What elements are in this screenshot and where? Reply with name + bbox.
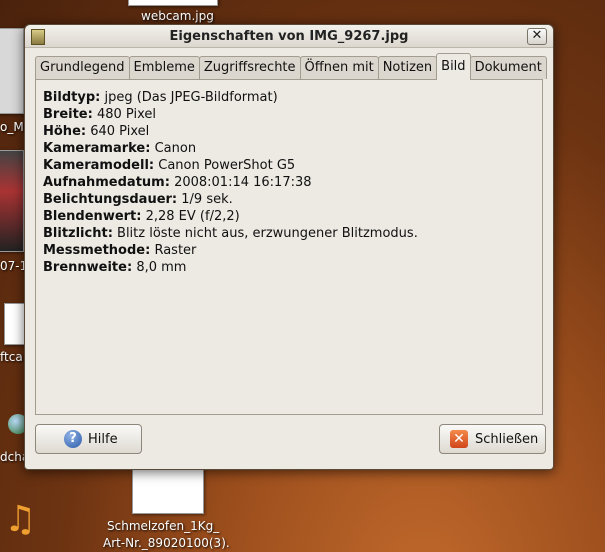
desktop-label-webcam[interactable]: webcam.jpg bbox=[141, 9, 214, 23]
title-bar[interactable]: Eigenschaften von IMG_9267.jpg ✕ bbox=[25, 25, 553, 48]
desktop-thumbnail-schmelzofen[interactable] bbox=[132, 468, 204, 514]
property-label: Aufnahmedatum: bbox=[43, 175, 170, 190]
desktop-thumbnail-left-2[interactable] bbox=[0, 150, 24, 252]
close-button[interactable]: ✕ Schließen bbox=[439, 424, 546, 454]
property-value: 2,28 EV (f/2,2) bbox=[145, 209, 240, 224]
desktop-thumbnail-webcam[interactable] bbox=[128, 0, 218, 6]
property-value: Blitz löste nicht aus, erzwungener Blitz… bbox=[117, 226, 418, 241]
desktop-thumbnail-left-1[interactable] bbox=[0, 28, 24, 114]
property-row: Kameramodell: Canon PowerShot G5 bbox=[43, 157, 535, 174]
tab-oeffnen-mit[interactable]: Öffnen mit bbox=[299, 56, 379, 79]
tab-zugriffsrechte[interactable]: Zugriffsrechte bbox=[198, 56, 301, 79]
property-label: Brennweite: bbox=[43, 260, 133, 275]
property-value: 1/9 sek. bbox=[181, 192, 233, 207]
tab-embleme[interactable]: Embleme bbox=[128, 56, 200, 79]
property-label: Kameramarke: bbox=[43, 141, 151, 156]
tab-grundlegend[interactable]: Grundlegend bbox=[35, 56, 130, 79]
property-label: Bildtyp: bbox=[43, 90, 101, 105]
property-row: Belichtungsdauer: 1/9 sek. bbox=[43, 191, 535, 208]
property-value: 2008:01:14 16:17:38 bbox=[174, 175, 312, 190]
property-row: Blendenwert: 2,28 EV (f/2,2) bbox=[43, 208, 535, 225]
image-properties-panel: Bildtyp: jpeg (Das JPEG-Bildformat) Brei… bbox=[35, 79, 543, 415]
property-row: Bildtyp: jpeg (Das JPEG-Bildformat) bbox=[43, 89, 535, 106]
property-label: Messmethode: bbox=[43, 243, 151, 258]
property-label: Höhe: bbox=[43, 124, 87, 139]
help-icon: ? bbox=[64, 430, 82, 448]
property-value: Canon PowerShot G5 bbox=[158, 158, 296, 173]
tab-dokument[interactable]: Dokument bbox=[469, 56, 547, 79]
property-value: 640 Pixel bbox=[90, 124, 150, 139]
property-value: 8,0 mm bbox=[136, 260, 187, 275]
property-value: 480 Pixel bbox=[96, 107, 156, 122]
property-value: jpeg (Das JPEG-Bildformat) bbox=[104, 90, 278, 105]
desktop-label-schmelzofen-2[interactable]: Art-Nr._89020100(3). bbox=[103, 536, 230, 550]
close-button-label: Schließen bbox=[475, 431, 539, 447]
property-label: Belichtungsdauer: bbox=[43, 192, 178, 207]
property-row: Messmethode: Raster bbox=[43, 242, 535, 259]
property-label: Blendenwert: bbox=[43, 209, 142, 224]
property-label: Blitzlicht: bbox=[43, 226, 113, 241]
property-value: Canon bbox=[154, 141, 197, 156]
tab-bar: Grundlegend Embleme Zugriffsrechte Öffne… bbox=[35, 53, 547, 80]
property-row: Kameramarke: Canon bbox=[43, 140, 535, 157]
desktop-label-schmelzofen-1[interactable]: Schmelzofen_1Kg_ bbox=[107, 519, 219, 533]
properties-dialog: Eigenschaften von IMG_9267.jpg ✕ Grundle… bbox=[24, 24, 554, 470]
close-icon: ✕ bbox=[450, 430, 468, 448]
property-label: Breite: bbox=[43, 107, 93, 122]
property-row: Höhe: 640 Pixel bbox=[43, 123, 535, 140]
music-note-icon[interactable]: ♫ bbox=[4, 500, 36, 540]
property-row: Aufnahmedatum: 2008:01:14 16:17:38 bbox=[43, 174, 535, 191]
desktop-thumbnail-left-3[interactable] bbox=[4, 303, 26, 345]
window-title: Eigenschaften von IMG_9267.jpg bbox=[169, 29, 409, 44]
close-window-button[interactable]: ✕ bbox=[527, 28, 547, 45]
property-label: Kameramodell: bbox=[43, 158, 155, 173]
property-value: Raster bbox=[154, 243, 197, 258]
tab-notizen[interactable]: Notizen bbox=[377, 56, 438, 79]
property-row: Brennweite: 8,0 mm bbox=[43, 259, 535, 276]
desktop-label-left-3[interactable]: ftca bbox=[0, 350, 23, 364]
help-button[interactable]: ? Hilfe bbox=[35, 424, 142, 454]
tab-bild[interactable]: Bild bbox=[436, 53, 471, 80]
help-button-label: Hilfe bbox=[88, 431, 118, 447]
property-row: Blitzlicht: Blitz löste nicht aus, erzwu… bbox=[43, 225, 535, 242]
property-row: Breite: 480 Pixel bbox=[43, 106, 535, 123]
